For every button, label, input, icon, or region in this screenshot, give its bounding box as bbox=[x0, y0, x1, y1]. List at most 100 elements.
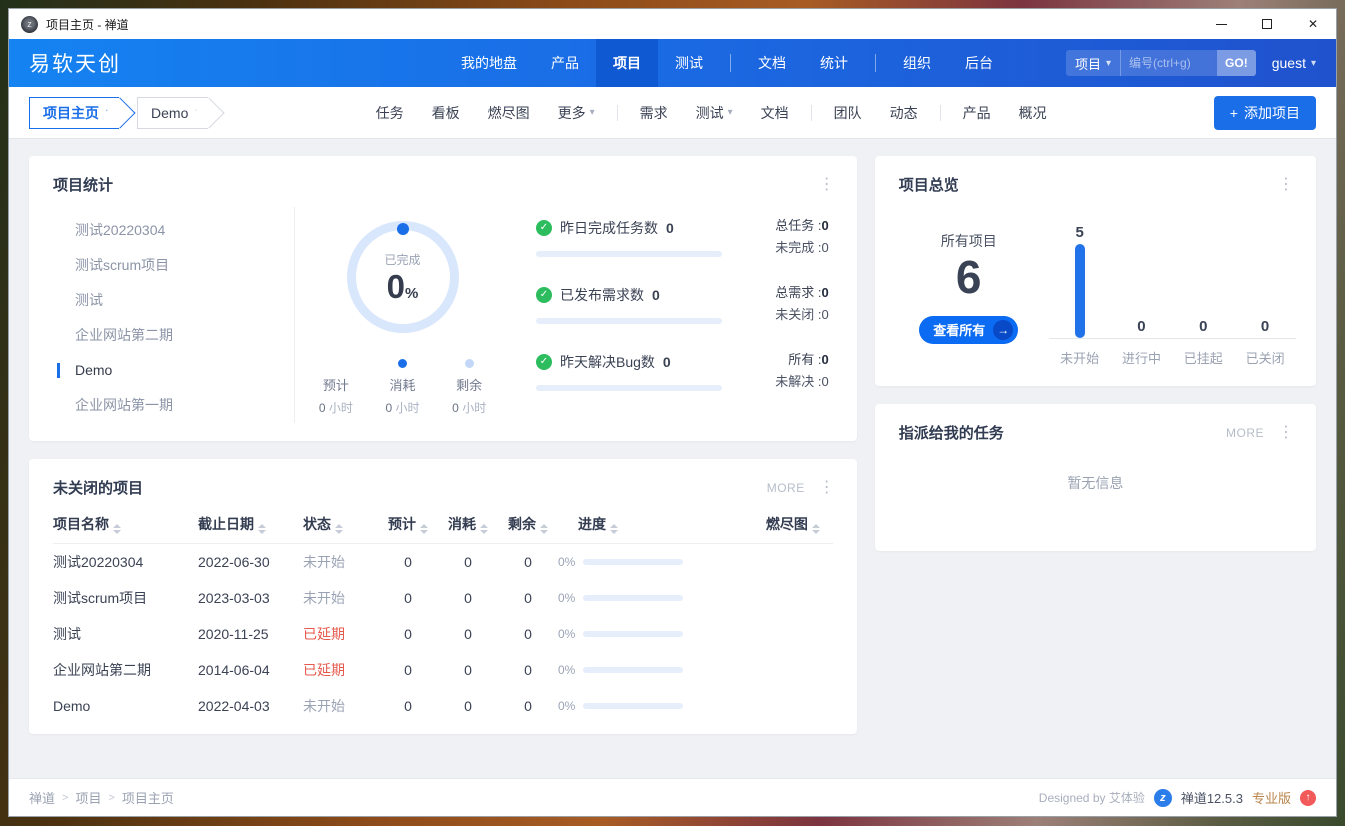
titlebar: z 项目主页 - 禅道 ✕ bbox=[9, 9, 1336, 39]
sub-item-product[interactable]: 产品 bbox=[949, 103, 1005, 123]
sub-item-task[interactable]: 任务 bbox=[362, 103, 418, 123]
col-header-deadline[interactable]: 截止日期 bbox=[198, 514, 303, 534]
caret-down-icon: ▾ bbox=[728, 107, 733, 118]
breadcrumb-zentao[interactable]: 禅道 bbox=[29, 788, 55, 807]
view-all-label: 查看所有 bbox=[933, 320, 985, 339]
project-list-item-active[interactable]: Demo bbox=[45, 353, 294, 388]
col-header-status[interactable]: 状态 bbox=[303, 514, 378, 534]
table-row[interactable]: 测试20220304 2022-06-30 未开始 0 0 0 0% bbox=[53, 544, 833, 580]
more-link[interactable]: MORE bbox=[1226, 426, 1264, 440]
search-scope-label: 项目 bbox=[1075, 54, 1101, 73]
nav-item-org[interactable]: 组织 bbox=[886, 39, 948, 87]
breadcrumb-project-home[interactable]: 项目主页 bbox=[122, 788, 174, 807]
sub-item-doc[interactable]: 文档 bbox=[747, 103, 803, 123]
add-project-button[interactable]: + 添加项目 bbox=[1214, 96, 1316, 130]
sub-menu: 任务 看板 燃尽图 更多 ▾ 需求 测试 ▾ 文档 团队 动态 产品 概况 bbox=[362, 103, 1061, 123]
table-row[interactable]: 企业网站第二期 2014-06-04 已延期 0 0 0 0% bbox=[53, 652, 833, 688]
project-overview-panel: 项目总览 ⋮ 所有项目 6 查看所有 → bbox=[875, 156, 1316, 386]
col-header-burndown[interactable]: 燃尽图 bbox=[753, 514, 833, 534]
caret-down-icon: ▾ bbox=[590, 107, 595, 118]
edition-link[interactable]: 专业版 bbox=[1252, 788, 1291, 807]
search-scope-select[interactable]: 项目 ▾ bbox=[1066, 50, 1121, 76]
tab-project-home[interactable]: 项目主页 ▾ bbox=[29, 97, 119, 129]
project-list-item[interactable]: 测试scrum项目 bbox=[45, 248, 294, 283]
bar-not-started: 5 bbox=[1049, 224, 1111, 338]
my-tasks-panel: 指派给我的任务 MORE ⋮ 暂无信息 bbox=[875, 404, 1316, 551]
check-icon: ✓ bbox=[536, 354, 552, 370]
more-link[interactable]: MORE bbox=[767, 481, 805, 495]
sub-item-more[interactable]: 更多 ▾ bbox=[544, 103, 609, 123]
minimize-button[interactable] bbox=[1198, 9, 1244, 39]
sub-item-burndown[interactable]: 燃尽图 bbox=[474, 103, 544, 123]
kebab-menu-icon[interactable]: ⋮ bbox=[1278, 425, 1294, 441]
table-row[interactable]: 测试scrum项目 2023-03-03 未开始 0 0 0 0% bbox=[53, 580, 833, 616]
nav-item-project[interactable]: 项目 bbox=[596, 39, 658, 87]
nav-item-admin[interactable]: 后台 bbox=[948, 39, 1010, 87]
metric-value: 0 bbox=[663, 354, 671, 370]
sub-item-overview[interactable]: 概况 bbox=[1005, 103, 1061, 123]
tab-project-home-label: 项目主页 bbox=[43, 103, 99, 123]
sub-item-team[interactable]: 团队 bbox=[820, 103, 876, 123]
sub-item-kanban[interactable]: 看板 bbox=[418, 103, 474, 123]
project-stats-panel: 项目统计 ⋮ 测试20220304 测试scrum项目 测试 企业网站第二期 D… bbox=[29, 156, 857, 441]
cell-project-name[interactable]: 测试 bbox=[53, 624, 198, 644]
bar-in-progress: 0 bbox=[1111, 318, 1173, 338]
nav-item-my-space[interactable]: 我的地盘 bbox=[444, 39, 534, 87]
project-list-item[interactable]: 企业网站第一期 bbox=[45, 388, 294, 423]
kebab-menu-icon[interactable]: ⋮ bbox=[819, 480, 835, 496]
cell-deadline: 2022-06-30 bbox=[198, 554, 303, 570]
sub-item-dynamic[interactable]: 动态 bbox=[876, 103, 932, 123]
cell-project-name[interactable]: 企业网站第二期 bbox=[53, 660, 198, 680]
sub-item-test[interactable]: 测试 ▾ bbox=[682, 103, 747, 123]
col-header-consumed[interactable]: 消耗 bbox=[438, 514, 498, 534]
go-button[interactable]: GO! bbox=[1217, 50, 1256, 76]
search-input[interactable] bbox=[1121, 50, 1217, 76]
panel-header: 指派给我的任务 MORE ⋮ bbox=[875, 404, 1316, 443]
nav-item-test[interactable]: 测试 bbox=[658, 39, 720, 87]
cell-project-name[interactable]: 测试scrum项目 bbox=[53, 588, 198, 608]
sort-icon bbox=[610, 524, 618, 534]
breadcrumb-project[interactable]: 项目 bbox=[75, 788, 101, 807]
completion-donut: 已完成 0% 预计 0 小时 消耗 bbox=[295, 207, 510, 423]
sub-divider bbox=[617, 105, 618, 121]
user-menu[interactable]: guest ▾ bbox=[1272, 55, 1316, 71]
hours-consumed: 消耗 0 小时 bbox=[369, 359, 436, 416]
maximize-button[interactable] bbox=[1244, 9, 1290, 39]
caret-down-icon: ▾ bbox=[1311, 58, 1316, 69]
app-icon: z bbox=[21, 16, 38, 33]
col-header-name[interactable]: 项目名称 bbox=[53, 514, 198, 534]
brand-logo[interactable]: 易软天创 bbox=[29, 48, 121, 78]
project-list-item[interactable]: 测试20220304 bbox=[45, 213, 294, 248]
projects-table: 项目名称 截止日期 状态 预计 消耗 剩余 进度 燃尽图 测试20220304 … bbox=[29, 498, 857, 724]
col-header-progress[interactable]: 进度 bbox=[558, 514, 753, 534]
view-all-button[interactable]: 查看所有 → bbox=[919, 316, 1018, 344]
progress-track bbox=[583, 703, 683, 709]
hours-estimate: 预计 0 小时 bbox=[303, 359, 370, 416]
upgrade-icon[interactable]: ↑ bbox=[1300, 790, 1316, 806]
table-row[interactable]: Demo 2022-04-03 未开始 0 0 0 0% bbox=[53, 688, 833, 724]
col-header-remaining[interactable]: 剩余 bbox=[498, 514, 558, 534]
table-row[interactable]: 测试 2020-11-25 已延期 0 0 0 0% bbox=[53, 616, 833, 652]
col-header-estimate[interactable]: 预计 bbox=[378, 514, 438, 534]
bar-category-label: 已挂起 bbox=[1172, 339, 1234, 367]
close-button[interactable]: ✕ bbox=[1290, 9, 1336, 39]
progress-track bbox=[583, 631, 683, 637]
cell-project-name[interactable]: 测试20220304 bbox=[53, 552, 198, 572]
zentao-logo-icon: z bbox=[1154, 789, 1172, 807]
nav-item-report[interactable]: 统计 bbox=[803, 39, 865, 87]
table-header-row: 项目名称 截止日期 状态 预计 消耗 剩余 进度 燃尽图 bbox=[53, 504, 833, 544]
sub-item-story[interactable]: 需求 bbox=[626, 103, 682, 123]
sort-icon bbox=[113, 524, 121, 534]
kebab-menu-icon[interactable]: ⋮ bbox=[1278, 177, 1294, 193]
nav-item-product[interactable]: 产品 bbox=[534, 39, 596, 87]
project-list-item[interactable]: 测试 bbox=[45, 283, 294, 318]
cell-project-name[interactable]: Demo bbox=[53, 698, 198, 714]
project-list-item[interactable]: 企业网站第二期 bbox=[45, 318, 294, 353]
nav-item-doc[interactable]: 文档 bbox=[741, 39, 803, 87]
window-controls: ✕ bbox=[1198, 9, 1336, 39]
sub-divider bbox=[940, 105, 941, 121]
nav-divider bbox=[875, 54, 876, 72]
kebab-menu-icon[interactable]: ⋮ bbox=[819, 177, 835, 193]
tab-current-project[interactable]: Demo ▾ bbox=[137, 97, 208, 129]
metric-value: 0 bbox=[666, 220, 674, 236]
